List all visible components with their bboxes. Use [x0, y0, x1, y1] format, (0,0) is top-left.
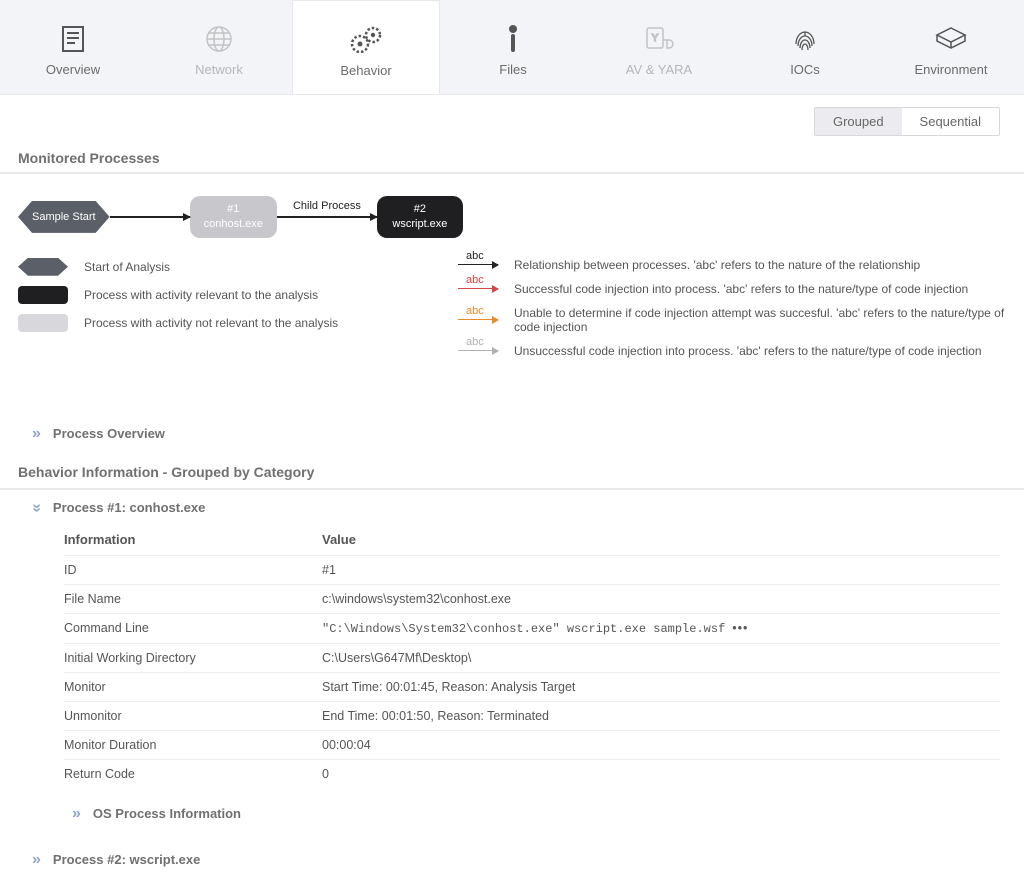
process-1-info-table: Information Value ID#1 File Namec:\windo…	[64, 524, 1000, 788]
yara-icon: Y	[586, 22, 732, 56]
tab-label: Behavior	[293, 63, 439, 78]
tab-label: Network	[146, 62, 292, 77]
tab-network[interactable]: Network	[146, 0, 292, 94]
sample-start-node: Sample Start	[18, 201, 110, 233]
tab-label: IOCs	[732, 62, 878, 77]
process-title: Process #1: conhost.exe	[53, 500, 205, 515]
more-icon[interactable]: •••	[732, 621, 748, 635]
col-header-value: Value	[322, 532, 1000, 547]
row-value: "C:\Windows\System32\conhost.exe" wscrip…	[322, 622, 725, 636]
tab-iocs[interactable]: IOCs	[732, 0, 878, 94]
collapser-label: OS Process Information	[93, 806, 241, 821]
node-name: conhost.exe	[204, 217, 263, 232]
tab-behavior[interactable]: Behavior	[292, 0, 440, 94]
legend: Start of Analysis Process with activity …	[0, 246, 1024, 388]
chevron-right-icon: »	[32, 426, 41, 442]
view-toggle-bar: Grouped Sequential	[0, 95, 1024, 140]
arrow-icon	[110, 216, 190, 218]
tab-av-yara[interactable]: Y AV & YARA	[586, 0, 732, 94]
legend-text: Successful code injection into process. …	[514, 282, 968, 296]
row-key: Return Code	[64, 767, 322, 781]
process-overview-toggle[interactable]: » Process Overview	[0, 418, 1024, 450]
arrow-black-icon: abc	[458, 264, 498, 266]
behavior-info-title: Behavior Information - Grouped by Catego…	[0, 450, 1024, 490]
chevron-down-icon: »	[28, 503, 44, 512]
monitored-processes-title: Monitored Processes	[0, 140, 1024, 174]
node-name: wscript.exe	[391, 217, 449, 232]
arrow-red-icon: abc	[458, 288, 498, 290]
tab-environment[interactable]: Environment	[878, 0, 1024, 94]
legend-text: Unsuccessful code injection into process…	[514, 344, 982, 358]
row-value: 0	[322, 767, 1000, 781]
legend-text: Process with activity relevant to the an…	[84, 288, 318, 302]
legend-text: Start of Analysis	[84, 260, 170, 274]
process-2-toggle[interactable]: » Process #2: wscript.exe	[0, 842, 1024, 875]
node-id: #1	[204, 202, 263, 217]
network-icon	[146, 22, 292, 56]
row-key: Unmonitor	[64, 709, 322, 723]
tab-label: Environment	[878, 62, 1024, 77]
collapser-label: Process Overview	[53, 426, 165, 441]
overview-icon	[0, 22, 146, 56]
legend-text: Relationship between processes. 'abc' re…	[514, 258, 920, 272]
environment-icon	[878, 22, 1024, 56]
row-key: ID	[64, 563, 322, 577]
svg-text:Y: Y	[652, 33, 659, 44]
tab-label: Overview	[0, 62, 146, 77]
tab-label: Files	[440, 62, 586, 77]
node-id: #2	[391, 202, 449, 217]
main-tabs: Overview Network Behavior Files Y AV & Y…	[0, 0, 1024, 95]
row-value: C:\Users\G647Mf\Desktop\	[322, 651, 1000, 665]
legend-text: Process with activity not relevant to th…	[84, 316, 338, 330]
arrow-orange-icon: abc	[458, 319, 498, 321]
row-value: #1	[322, 563, 1000, 577]
tab-label: AV & YARA	[586, 62, 732, 77]
row-value: Start Time: 00:01:45, Reason: Analysis T…	[322, 680, 1000, 694]
tab-files[interactable]: Files	[440, 0, 586, 94]
row-key: File Name	[64, 592, 322, 606]
tab-overview[interactable]: Overview	[0, 0, 146, 94]
chevron-right-icon: »	[32, 852, 41, 868]
process-title: Process #2: wscript.exe	[53, 852, 200, 867]
chevron-right-icon: »	[72, 806, 81, 822]
toggle-grouped[interactable]: Grouped	[815, 108, 902, 135]
arrow-icon: Child Process	[277, 216, 377, 218]
os-process-info-toggle[interactable]: » OS Process Information	[0, 788, 1024, 830]
view-toggle: Grouped Sequential	[814, 107, 1000, 136]
row-key: Command Line	[64, 621, 322, 636]
row-key: Monitor Duration	[64, 738, 322, 752]
row-key: Monitor	[64, 680, 322, 694]
dark-swatch	[18, 286, 68, 304]
behavior-icon	[293, 23, 439, 57]
arrow-label: Child Process	[277, 200, 377, 212]
files-icon	[440, 22, 586, 56]
row-value: 00:00:04	[322, 738, 1000, 752]
row-value: End Time: 00:01:50, Reason: Terminated	[322, 709, 1000, 723]
row-value: c:\windows\system32\conhost.exe	[322, 592, 1000, 606]
process-node-2[interactable]: #2 wscript.exe	[377, 196, 463, 238]
arrow-gray-icon: abc	[458, 350, 498, 352]
process-graph: Sample Start #1 conhost.exe Child Proces…	[0, 174, 1024, 246]
hexagon-swatch	[18, 258, 68, 276]
process-1-toggle[interactable]: » Process #1: conhost.exe	[0, 490, 1024, 524]
toggle-sequential[interactable]: Sequential	[902, 108, 999, 135]
light-swatch	[18, 314, 68, 332]
legend-text: Unable to determine if code injection at…	[514, 306, 1006, 334]
col-header-info: Information	[64, 532, 322, 547]
row-key: Initial Working Directory	[64, 651, 322, 665]
process-node-1[interactable]: #1 conhost.exe	[190, 196, 277, 238]
fingerprint-icon	[732, 22, 878, 56]
